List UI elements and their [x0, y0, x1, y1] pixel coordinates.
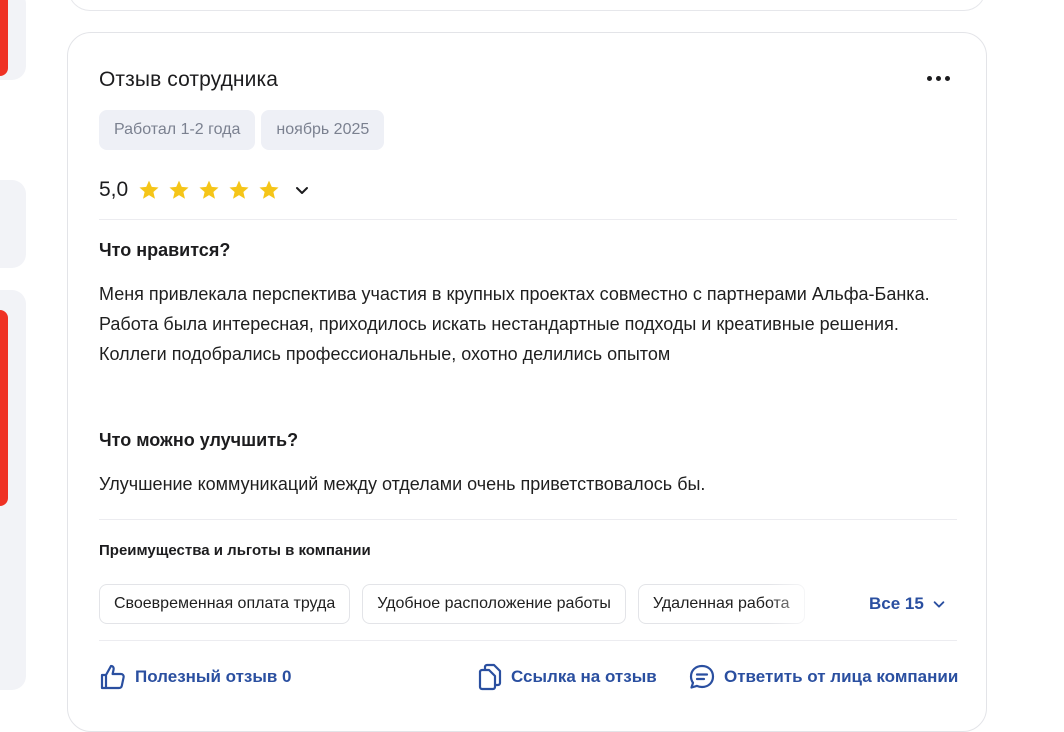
chat-bubble-icon: [689, 664, 715, 689]
review-actions: Полезный отзыв 0 Ссылка на отзыв Ответит…: [99, 663, 958, 695]
thumbs-up-icon: [100, 664, 125, 690]
rating: 5,0: [99, 178, 310, 202]
chevron-down-icon[interactable]: [294, 182, 310, 198]
tag-date: ноябрь 2025: [261, 110, 385, 150]
left-sidebar-edge: [0, 0, 28, 714]
sidebar-card-edge: [0, 180, 26, 268]
review-tags: Работал 1-2 года ноябрь 2025: [99, 110, 385, 150]
reply-as-company-button[interactable]: Ответить от лица компании: [688, 663, 958, 691]
copy-link-icon: [478, 663, 502, 691]
helpful-button[interactable]: Полезный отзыв 0: [99, 663, 292, 691]
reply-label: Ответить от лица компании: [724, 667, 959, 686]
star-icon: [139, 180, 159, 199]
more-options-button[interactable]: [927, 71, 953, 85]
benefits-title: Преимущества и льготы в компании: [99, 542, 371, 559]
benefit-chip[interactable]: Своевременная оплата труда: [99, 584, 351, 624]
chips-fade: [768, 584, 838, 624]
review-title: Отзыв сотрудника: [99, 68, 278, 91]
brand-accent-strip: [0, 310, 8, 506]
star-icon: [229, 180, 249, 199]
divider: [99, 519, 957, 520]
rating-stars: [138, 179, 280, 201]
review-card: Отзыв сотрудника Работал 1-2 года ноябрь…: [67, 32, 987, 732]
star-icon: [259, 180, 279, 199]
star-icon: [169, 180, 189, 199]
improve-text: Улучшение коммуникаций между отделами оч…: [99, 474, 706, 494]
star-icon: [199, 180, 219, 199]
benefits-list: Своевременная оплата труда Удобное распо…: [99, 584, 827, 624]
show-all-label: Все 15: [869, 594, 924, 613]
chevron-down-icon: [933, 601, 945, 608]
more-icon: [927, 75, 932, 81]
show-all-benefits-button[interactable]: Все 15: [869, 594, 946, 614]
benefit-chip[interactable]: Удобное расположение работы: [362, 584, 626, 624]
copy-link-label: Ссылка на отзыв: [511, 667, 657, 686]
copy-link-button[interactable]: Ссылка на отзыв: [477, 663, 657, 691]
previous-card: [68, 0, 986, 11]
improve-heading: Что можно улучшить?: [99, 430, 299, 450]
brand-accent-strip: [0, 0, 8, 76]
divider: [99, 640, 957, 641]
likes-heading: Что нравится?: [99, 240, 231, 260]
helpful-label: Полезный отзыв 0: [135, 667, 292, 686]
likes-text: Меня привлекала перспектива участия в кр…: [99, 284, 930, 364]
tag-experience: Работал 1-2 года: [99, 110, 256, 150]
divider: [99, 219, 957, 220]
rating-value: 5,0: [99, 178, 129, 201]
